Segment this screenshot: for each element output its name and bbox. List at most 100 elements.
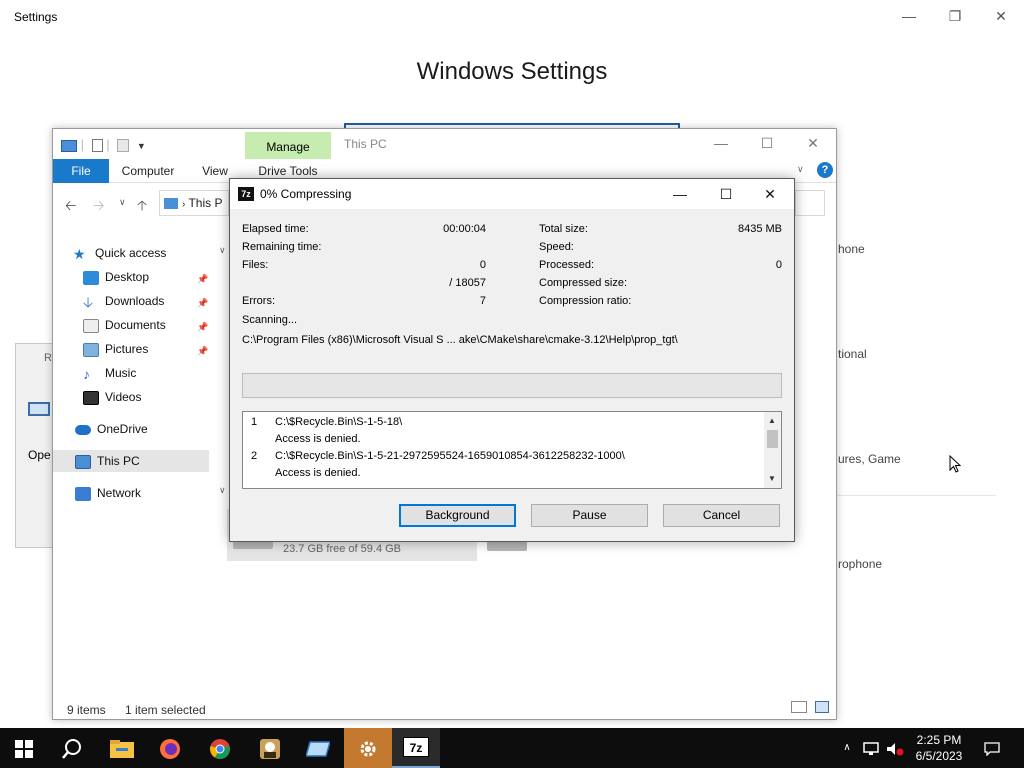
dialog-close-button[interactable]: ✕ <box>748 183 792 205</box>
explorer-close-button[interactable]: ✕ <box>790 135 836 152</box>
documents-icon <box>83 318 99 333</box>
nav-pictures[interactable]: Pictures <box>83 338 148 360</box>
properties-icon[interactable] <box>91 139 103 153</box>
compressed-size-label: Compressed size: <box>539 277 628 289</box>
tab-computer[interactable]: Computer <box>115 159 181 183</box>
dialog-maximize-button[interactable]: ☐ <box>704 183 748 205</box>
pin-icon: 📌 <box>197 346 209 356</box>
processed-label: Processed: <box>539 259 595 271</box>
compress-progress-dialog[interactable]: 7z 0% Compressing — ☐ ✕ Elapsed time: 00… <box>229 178 795 542</box>
log-row-path[interactable]: C:\$Recycle.Bin\S-1-5-18\ <box>275 416 402 428</box>
recent-locations-icon[interactable]: ∨ <box>119 197 126 208</box>
nav-network[interactable]: Network <box>75 482 141 504</box>
nav-downloads[interactable]: 🡣 Downloads <box>83 290 164 312</box>
files-total: / 18057 <box>449 277 486 289</box>
windows-start-icon[interactable] <box>0 728 48 768</box>
files-label: Files: <box>242 259 269 271</box>
clock-date: 6/5/2023 <box>915 749 963 763</box>
cancel-button[interactable]: Cancel <box>663 504 780 527</box>
dialog-titlebar[interactable]: 7z 0% Compressing — ☐ ✕ <box>230 179 794 209</box>
explorer-title: This PC <box>344 137 387 151</box>
system-clock[interactable]: 2:25 PM 6/5/2023 <box>904 732 974 764</box>
setting-category-personalization[interactable]: tional <box>838 347 867 361</box>
scroll-up-icon[interactable]: ▲ <box>768 416 776 425</box>
settings-window-title: Settings <box>14 10 58 24</box>
setting-category-phone[interactable]: hone <box>838 242 865 256</box>
explorer-minimize-button[interactable]: — <box>698 135 744 151</box>
log-row-path[interactable]: C:\$Recycle.Bin\S-1-5-21-2972595524-1659… <box>275 450 625 462</box>
pin-icon: 📌 <box>197 322 209 332</box>
music-icon: ♪ <box>83 365 90 382</box>
speed-label: Speed: <box>539 241 574 253</box>
volume-muted-icon[interactable] <box>884 728 906 768</box>
log-scrollbar[interactable]: ▲ ▼ <box>764 412 781 488</box>
notifications-icon[interactable] <box>980 728 1004 768</box>
network-drive-icon[interactable] <box>294 728 342 768</box>
search-box[interactable] <box>795 190 825 216</box>
error-log-list[interactable]: 1 C:\$Recycle.Bin\S-1-5-18\ Access is de… <box>242 411 782 489</box>
up-button[interactable]: 🡡 <box>137 195 147 219</box>
network-tray-icon[interactable] <box>860 728 884 768</box>
background-window[interactable]: R Ope <box>15 343 55 548</box>
nav-desktop[interactable]: Desktop <box>83 266 149 288</box>
scroll-down-icon[interactable]: ▼ <box>768 474 776 483</box>
nav-this-pc[interactable]: This PC <box>53 450 209 472</box>
new-folder-icon[interactable] <box>117 139 130 153</box>
processed-value: 0 <box>775 259 782 271</box>
settings-heading: Windows Settings <box>416 58 608 85</box>
dialog-title: 0% Compressing <box>260 187 352 201</box>
log-row-message: Access is denied. <box>275 467 361 479</box>
manage-tab[interactable]: Manage <box>245 132 331 159</box>
pin-icon: 📌 <box>197 298 209 308</box>
computer-icon <box>164 198 178 210</box>
nav-onedrive[interactable]: OneDrive <box>75 418 148 440</box>
collapse-icon[interactable]: ∨ <box>219 485 226 496</box>
dialog-minimize-button[interactable]: — <box>658 183 702 205</box>
elapsed-time-label: Elapsed time: <box>242 223 309 235</box>
chrome-icon[interactable] <box>196 728 244 768</box>
cloud-icon <box>75 424 91 435</box>
app-icon[interactable] <box>246 728 294 768</box>
collapse-icon[interactable]: ∨ <box>219 245 226 256</box>
errors-label: Errors: <box>242 295 275 307</box>
help-icon[interactable]: ? <box>817 162 833 178</box>
large-icons-view-icon[interactable] <box>815 701 829 713</box>
back-button[interactable]: 🡠 <box>65 195 76 219</box>
settings-icon[interactable] <box>344 728 392 768</box>
setting-category-microphone[interactable]: rophone <box>838 557 882 571</box>
nav-documents[interactable]: Documents <box>83 314 166 336</box>
customize-qat-icon[interactable]: ▼ <box>137 141 146 151</box>
explorer-maximize-button[interactable]: ☐ <box>744 135 790 152</box>
nav-music[interactable]: ♪ Music <box>83 362 136 384</box>
pause-button[interactable]: Pause <box>531 504 648 527</box>
elapsed-time-value: 00:00:04 <box>443 223 486 235</box>
status-selected-count: 1 item selected <box>125 703 206 717</box>
address-input[interactable]: › This P <box>159 190 229 216</box>
nav-videos[interactable]: Videos <box>83 386 141 408</box>
run-icon <box>28 402 50 416</box>
7zip-icon: 7z <box>238 187 254 201</box>
compression-progress-bar <box>242 373 782 398</box>
computer-icon <box>61 139 77 152</box>
forward-button[interactable]: 🡢 <box>93 195 104 219</box>
scroll-thumb[interactable] <box>767 430 778 448</box>
background-button[interactable]: Background <box>399 504 516 527</box>
search-icon[interactable] <box>48 728 96 768</box>
firefox-icon[interactable] <box>146 728 194 768</box>
explorer-titlebar[interactable]: | | ▼ Manage This PC — ☐ ✕ <box>53 129 836 159</box>
divider <box>836 495 996 496</box>
ribbon-expand-icon[interactable]: ∨ <box>797 164 804 175</box>
star-icon: ★ <box>73 245 86 262</box>
setting-category-gaming[interactable]: ures, Game <box>838 452 901 466</box>
minimize-button[interactable]: — <box>886 4 932 28</box>
nav-quick-access[interactable]: ★ Quick access <box>73 242 166 264</box>
7zip-icon[interactable]: 7z <box>392 728 440 768</box>
file-explorer-icon[interactable] <box>98 728 146 768</box>
close-button[interactable]: ✕ <box>978 4 1024 28</box>
tab-file[interactable]: File <box>53 159 109 183</box>
restore-button[interactable]: ❐ <box>932 4 978 28</box>
details-view-icon[interactable] <box>791 701 807 713</box>
show-hidden-icons-icon[interactable]: ∧ <box>838 728 856 768</box>
log-row-number: 1 <box>251 416 258 428</box>
computer-icon <box>75 454 91 469</box>
